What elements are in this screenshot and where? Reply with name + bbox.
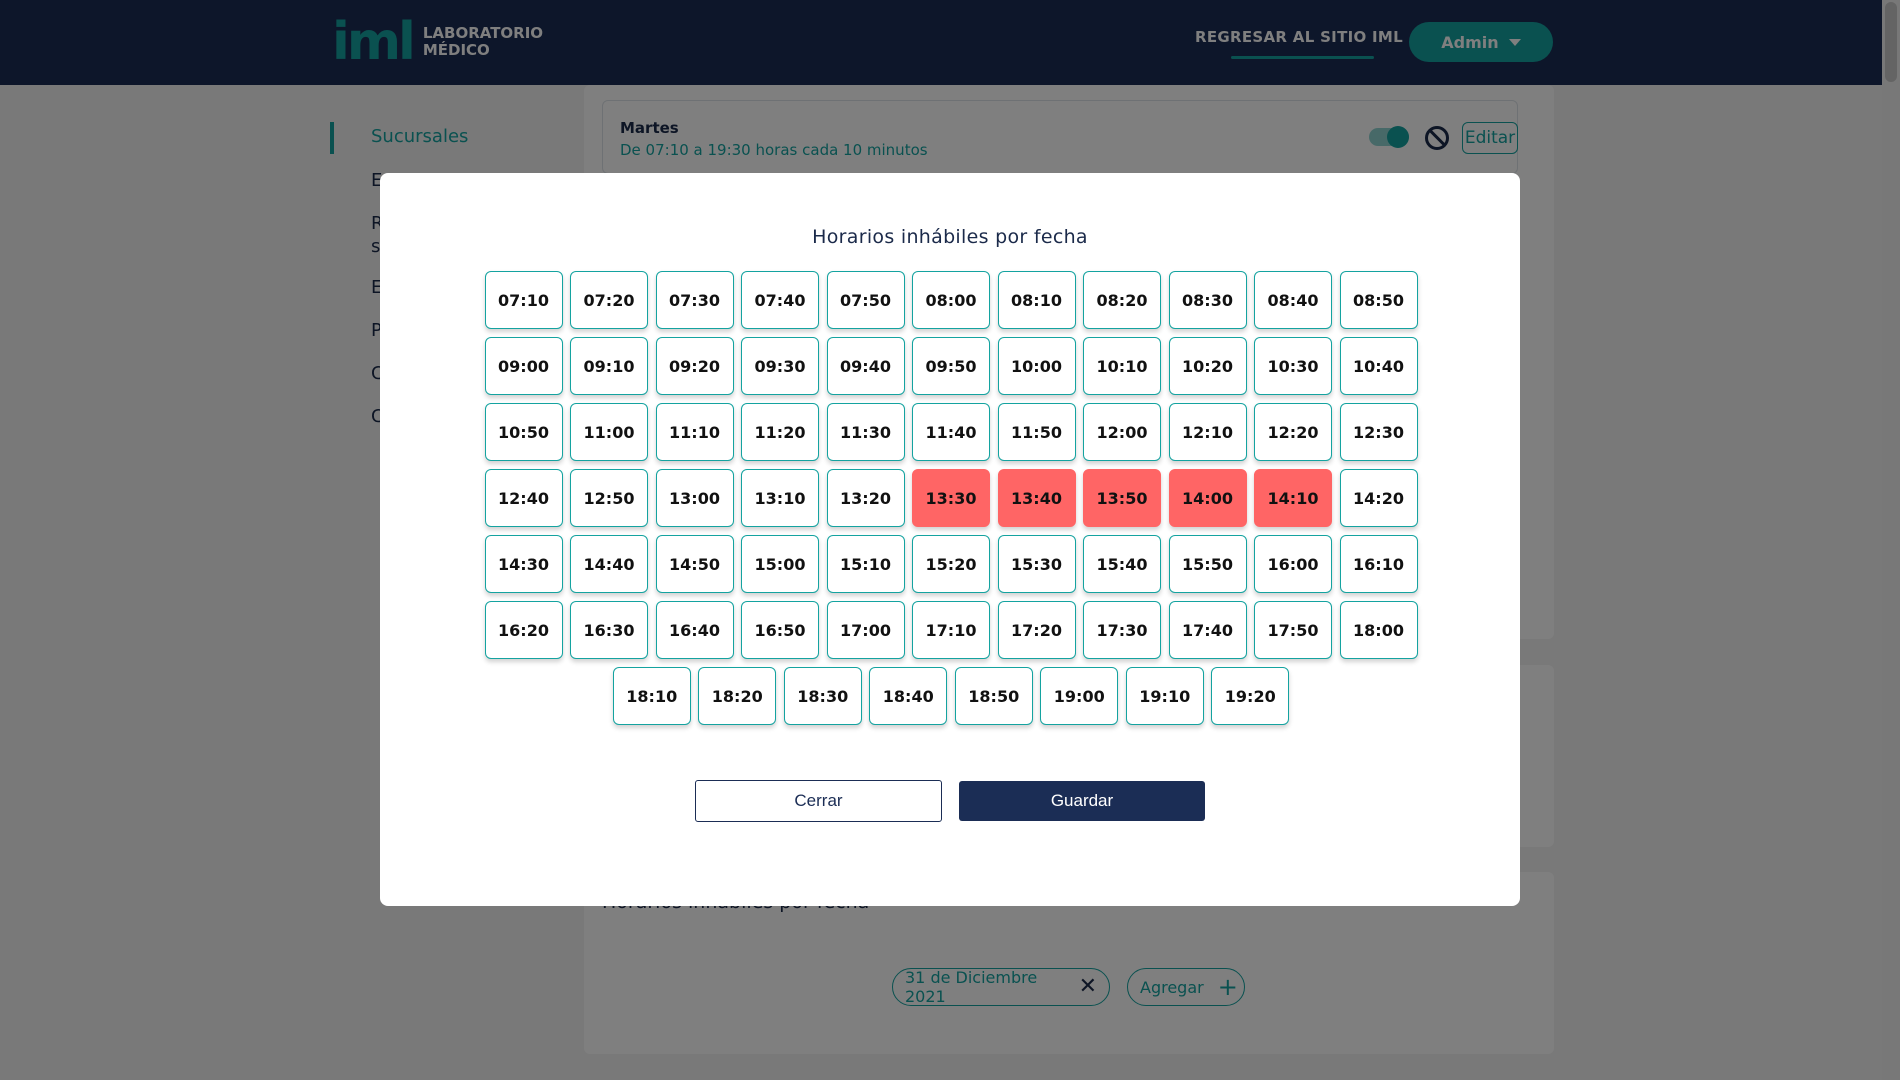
time-slot[interactable]: 11:40 bbox=[912, 403, 990, 461]
save-button[interactable]: Guardar bbox=[959, 781, 1205, 821]
time-slot[interactable]: 10:30 bbox=[1254, 337, 1332, 395]
time-slot[interactable]: 18:10 bbox=[612, 667, 691, 725]
time-slot[interactable]: 15:20 bbox=[912, 535, 990, 593]
time-slot[interactable]: 16:10 bbox=[1339, 535, 1418, 593]
time-slot[interactable]: 09:10 bbox=[570, 337, 648, 395]
time-slot[interactable]: 07:10 bbox=[484, 271, 563, 329]
time-slot[interactable]: 13:10 bbox=[741, 469, 819, 527]
time-slot[interactable]: 18:30 bbox=[783, 667, 862, 725]
time-slot[interactable]: 18:00 bbox=[1339, 601, 1418, 659]
time-slot[interactable]: 09:00 bbox=[484, 337, 563, 395]
time-slot[interactable]: 18:20 bbox=[698, 667, 777, 725]
time-slot[interactable]: 09:40 bbox=[826, 337, 905, 395]
time-slot[interactable]: 11:20 bbox=[741, 403, 819, 461]
time-slot[interactable]: 13:20 bbox=[826, 469, 905, 527]
time-slot[interactable]: 16:50 bbox=[741, 601, 819, 659]
time-slot[interactable]: 09:20 bbox=[655, 337, 734, 395]
time-slot[interactable]: 14:40 bbox=[570, 535, 648, 593]
time-slot[interactable]: 15:10 bbox=[826, 535, 905, 593]
time-slot[interactable]: 17:40 bbox=[1168, 601, 1247, 659]
time-slot[interactable]: 08:00 bbox=[912, 271, 990, 329]
time-slot[interactable]: 08:30 bbox=[1168, 271, 1247, 329]
time-slot[interactable]: 11:10 bbox=[655, 403, 734, 461]
time-slot[interactable]: 16:00 bbox=[1254, 535, 1332, 593]
time-slot-blocked[interactable]: 14:00 bbox=[1168, 469, 1247, 527]
time-slot[interactable]: 17:30 bbox=[1083, 601, 1161, 659]
time-slot-blocked[interactable]: 13:40 bbox=[997, 469, 1076, 527]
time-slot[interactable]: 17:50 bbox=[1254, 601, 1332, 659]
time-slot[interactable]: 08:20 bbox=[1083, 271, 1161, 329]
modal-title: Horarios inhábiles por fecha bbox=[812, 226, 1088, 248]
time-slot[interactable]: 17:20 bbox=[997, 601, 1076, 659]
time-slot[interactable]: 09:50 bbox=[912, 337, 990, 395]
time-slot[interactable]: 15:40 bbox=[1083, 535, 1161, 593]
time-slot[interactable]: 15:00 bbox=[741, 535, 819, 593]
time-slot[interactable]: 14:50 bbox=[655, 535, 734, 593]
time-slot[interactable]: 11:50 bbox=[997, 403, 1076, 461]
time-slot[interactable]: 12:00 bbox=[1083, 403, 1161, 461]
time-slot[interactable]: 12:40 bbox=[484, 469, 563, 527]
time-slot[interactable]: 10:10 bbox=[1083, 337, 1161, 395]
time-slot[interactable]: 08:10 bbox=[997, 271, 1076, 329]
time-slot[interactable]: 11:00 bbox=[570, 403, 648, 461]
time-slot[interactable]: 19:20 bbox=[1211, 667, 1290, 725]
time-slot[interactable]: 10:00 bbox=[997, 337, 1076, 395]
time-slot[interactable]: 14:30 bbox=[484, 535, 563, 593]
time-slot[interactable]: 09:30 bbox=[741, 337, 819, 395]
time-slot[interactable]: 12:10 bbox=[1168, 403, 1247, 461]
time-slot-blocked[interactable]: 14:10 bbox=[1254, 469, 1332, 527]
time-slot[interactable]: 07:20 bbox=[570, 271, 648, 329]
time-slot[interactable]: 15:50 bbox=[1168, 535, 1247, 593]
time-slot[interactable]: 17:10 bbox=[912, 601, 990, 659]
time-slot[interactable]: 12:30 bbox=[1339, 403, 1418, 461]
time-slot[interactable]: 17:00 bbox=[826, 601, 905, 659]
time-slot[interactable]: 12:20 bbox=[1254, 403, 1332, 461]
time-slot[interactable]: 11:30 bbox=[826, 403, 905, 461]
time-slot[interactable]: 10:20 bbox=[1168, 337, 1247, 395]
time-slot[interactable]: 10:50 bbox=[484, 403, 563, 461]
time-slot-grid: 07:10 07:20 07:30 07:40 07:50 08:00 08:10 08:20… bbox=[446, 271, 1456, 725]
time-slot[interactable]: 07:40 bbox=[741, 271, 819, 329]
time-slot[interactable]: 14:20 bbox=[1339, 469, 1418, 527]
close-button[interactable]: Cerrar bbox=[695, 780, 942, 822]
time-slot-blocked[interactable]: 13:50 bbox=[1083, 469, 1161, 527]
time-slot[interactable]: 08:40 bbox=[1254, 271, 1332, 329]
time-slot[interactable]: 12:50 bbox=[570, 469, 648, 527]
time-slot[interactable]: 10:40 bbox=[1339, 337, 1418, 395]
time-slot[interactable]: 19:00 bbox=[1040, 667, 1119, 725]
time-slot[interactable]: 07:50 bbox=[826, 271, 905, 329]
time-slot-blocked[interactable]: 13:30 bbox=[912, 469, 990, 527]
time-slot[interactable]: 13:00 bbox=[655, 469, 734, 527]
time-slot[interactable]: 16:20 bbox=[484, 601, 563, 659]
time-slot[interactable]: 16:40 bbox=[655, 601, 734, 659]
time-slot[interactable]: 19:10 bbox=[1125, 667, 1204, 725]
time-slot[interactable]: 18:50 bbox=[954, 667, 1033, 725]
time-slot[interactable]: 07:30 bbox=[655, 271, 734, 329]
blocked-hours-modal: Horarios inhábiles por fecha 07:10 07:20 0… bbox=[380, 173, 1520, 906]
time-slot[interactable]: 15:30 bbox=[997, 535, 1076, 593]
time-slot[interactable]: 18:40 bbox=[869, 667, 948, 725]
time-slot[interactable]: 16:30 bbox=[570, 601, 648, 659]
time-slot[interactable]: 08:50 bbox=[1339, 271, 1418, 329]
